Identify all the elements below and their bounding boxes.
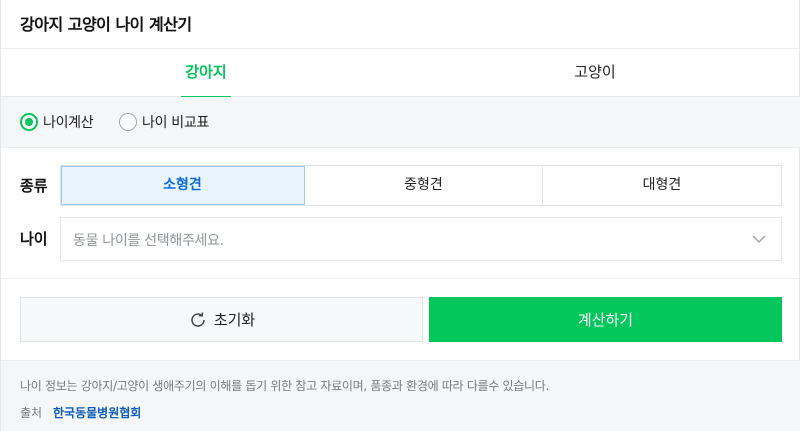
disclaimer-text: 나이 정보는 강아지/고양이 생애주기의 이해를 돕기 위한 참고 자료이며, …: [20, 379, 550, 393]
divider: [1, 278, 800, 279]
tab-dog[interactable]: 강아지: [181, 49, 231, 98]
radio-label: 나이계산: [43, 115, 94, 131]
radio-age-calc[interactable]: 나이계산: [20, 112, 94, 132]
radio-label: 나이 비교표: [142, 115, 210, 131]
calculate-button[interactable]: 계산하기: [429, 297, 782, 342]
source-link[interactable]: 한국동물병원협회: [53, 404, 141, 421]
kind-label: 종류: [20, 177, 48, 195]
kind-option-medium[interactable]: 중형견: [305, 166, 543, 205]
reset-button-label: 초기화: [213, 311, 256, 329]
info-footer: 나이 정보는 강아지/고양이 생애주기의 이해를 돕기 위한 참고 자료이며, …: [1, 360, 800, 431]
kind-segmented-control: 소형견 중형견 대형견: [60, 165, 782, 206]
radio-age-table[interactable]: 나이 비교표: [119, 112, 209, 132]
radio-unchecked-icon: [119, 113, 137, 131]
reset-button[interactable]: 초기화: [20, 297, 423, 342]
widget-title: 강아지 고양이 나이 계산기: [20, 15, 192, 34]
chevron-down-icon: [752, 235, 766, 244]
kind-option-large[interactable]: 대형견: [543, 166, 781, 205]
refresh-icon: [191, 311, 205, 327]
tab-cat[interactable]: 고양이: [561, 49, 629, 97]
calculator-widget: 강아지 고양이 나이 계산기 강아지 고양이 나이계산 나이 비교표 종류 소형…: [0, 0, 800, 431]
source-label: 출처: [20, 406, 43, 420]
age-label: 나이: [20, 230, 48, 248]
kind-option-small[interactable]: 소형견: [61, 166, 305, 205]
widget-header: 강아지 고양이 나이 계산기: [1, 0, 800, 49]
age-select[interactable]: 동물 나이를 선택해주세요.: [60, 217, 782, 261]
radio-checked-icon: [20, 113, 38, 131]
mode-radio-group: 나이계산 나이 비교표: [1, 97, 800, 148]
animal-tabs: 강아지 고양이: [1, 49, 800, 98]
age-select-placeholder: 동물 나이를 선택해주세요.: [73, 233, 224, 249]
